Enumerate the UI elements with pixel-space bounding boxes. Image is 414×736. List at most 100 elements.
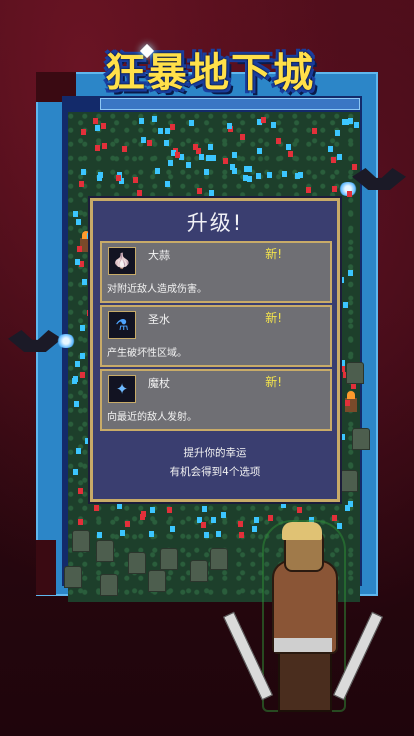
xp-gem	[75, 219, 81, 226]
xp-gem	[210, 516, 216, 523]
luck-hint-line1: 提升你的幸运	[183, 447, 247, 459]
option-name: 魔杖	[148, 377, 170, 390]
xp-gem	[120, 529, 126, 536]
skeleton-enemy	[96, 540, 114, 562]
xp-gem	[169, 526, 175, 533]
xp-gem	[223, 157, 229, 164]
xp-gem	[280, 502, 286, 509]
xp-gem	[239, 134, 245, 141]
option-description: 向最近的敌人发射。	[107, 412, 197, 423]
xp-gem	[210, 155, 216, 162]
xp-gem	[297, 506, 303, 513]
xp-gem	[149, 531, 155, 538]
xp-gem	[149, 506, 155, 513]
xp-gem	[209, 190, 215, 196]
xp-gem	[193, 144, 199, 151]
xp-gem	[312, 128, 317, 135]
xp-gem	[232, 151, 238, 158]
skeleton-enemy	[100, 574, 118, 596]
xp-gem	[167, 506, 173, 513]
xp-gem	[154, 167, 160, 174]
option-name: 圣水	[148, 313, 170, 326]
garlic-icon: 🧄	[108, 247, 136, 275]
map-frame-notch	[36, 540, 56, 595]
xp-gem	[344, 119, 350, 126]
xp-gem	[297, 172, 303, 179]
hero-legs	[278, 648, 332, 712]
xp-gem	[348, 500, 354, 507]
xp-gem	[179, 153, 185, 160]
level-up-panel: 升级! 🧄 大蒜 新! 对附近敌人造成伤害。 ⚗ 圣水 新! 产生破坏性区域。 …	[90, 198, 340, 502]
skeleton-enemy	[210, 548, 228, 570]
xp-gem	[101, 142, 107, 149]
upgrade-option-magic-wand[interactable]: ✦ 魔杖 新! 向最近的敌人发射。	[100, 369, 332, 431]
xp-gem	[81, 279, 87, 286]
xp-gem	[266, 172, 272, 179]
xp-gem	[115, 174, 121, 181]
upgrade-option-garlic[interactable]: 🧄 大蒜 新! 对附近敌人造成伤害。	[100, 241, 332, 303]
xp-gem	[165, 180, 171, 187]
skeleton-enemy	[64, 566, 82, 588]
xp-gem	[231, 168, 237, 175]
xp-gem	[208, 143, 214, 150]
xp-gem	[76, 448, 82, 455]
xp-gem	[95, 144, 101, 151]
xp-gem	[336, 153, 342, 160]
xp-gem	[78, 488, 84, 495]
skeleton-enemy	[352, 428, 370, 450]
xp-gem	[339, 366, 345, 373]
new-badge: 新!	[265, 375, 282, 389]
skeleton-enemy	[340, 470, 358, 492]
xp-gem	[257, 148, 263, 155]
xp-gem	[331, 186, 337, 193]
xp-gem	[133, 177, 139, 184]
xp-gem	[334, 130, 340, 137]
xp-gem	[260, 117, 266, 124]
xp-gem	[256, 173, 262, 180]
xp-gem	[275, 137, 281, 144]
xp-gem	[157, 128, 163, 135]
xp-gem	[328, 145, 334, 152]
xp-gem	[188, 119, 194, 126]
xp-gem	[246, 166, 252, 173]
xp-gem	[72, 469, 78, 476]
luck-hint-line2: 有机会得到4个选项	[169, 466, 261, 478]
xp-gem	[78, 180, 84, 187]
xp-gem	[94, 505, 100, 512]
xp-gem	[340, 360, 346, 367]
xp-gem	[140, 137, 146, 144]
energy-orb	[56, 334, 76, 348]
xp-gem	[205, 154, 211, 161]
xp-gem	[73, 401, 79, 408]
hero-character	[223, 520, 383, 720]
xp-gem	[167, 160, 173, 166]
xp-gem	[72, 211, 78, 218]
xp-gem	[287, 151, 293, 158]
skeleton-enemy	[128, 552, 146, 574]
xp-gem	[75, 258, 81, 265]
xp-gem	[80, 352, 86, 359]
xp-gem	[285, 144, 291, 150]
new-badge: 新!	[265, 247, 282, 261]
xp-gem	[152, 116, 158, 122]
xp-gem	[77, 246, 83, 253]
option-description: 对附近敌人造成伤害。	[107, 284, 207, 295]
xp-gem	[243, 174, 249, 181]
xp-gem	[197, 188, 203, 195]
xp-gem	[203, 532, 209, 538]
skeleton-enemy	[190, 560, 208, 582]
new-badge: 新!	[265, 311, 282, 325]
xp-gem	[146, 140, 152, 147]
xp-gem	[101, 122, 107, 129]
xp-gem	[92, 118, 98, 125]
skeleton-enemy	[346, 362, 364, 384]
xp-gem	[346, 190, 352, 197]
game-title: 狂暴地下城	[105, 50, 315, 96]
xp-gem	[75, 360, 81, 367]
upgrade-option-holy-water[interactable]: ⚗ 圣水 新! 产生破坏性区域。	[100, 305, 332, 367]
xp-gem	[80, 128, 86, 135]
xp-gem	[116, 502, 122, 509]
xp-gem	[136, 189, 142, 196]
xp-gem	[81, 169, 86, 176]
xp-gem	[163, 139, 169, 146]
